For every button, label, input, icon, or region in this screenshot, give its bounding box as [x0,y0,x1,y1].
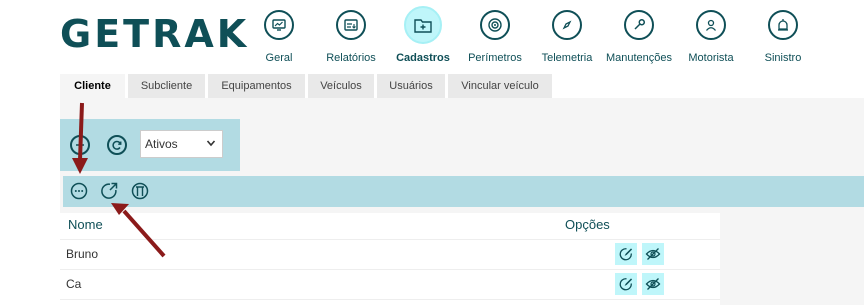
status-select[interactable]: Ativos [140,130,223,158]
more-options-icon[interactable] [70,182,88,200]
hide-button[interactable] [642,243,664,265]
nav-telemetria-label: Telemetria [541,52,593,64]
tab-equipamentos[interactable]: Equipamentos [208,74,305,98]
report-icon [336,10,366,40]
table-toolbar [63,176,864,207]
nav-manutencoes-label: Manutenções [605,52,673,64]
tab-veiculos[interactable]: Veículos [308,74,374,98]
row-name: Ca [66,277,82,291]
chevron-down-icon [206,140,216,147]
target-icon [480,10,510,40]
export-icon[interactable] [100,182,118,200]
nav-relatorios[interactable]: Relatórios [311,8,391,66]
alarm-icon [768,10,798,40]
refresh-icon [112,140,122,150]
nav-cadastros[interactable]: Cadastros [383,6,463,66]
clients-table: Nome Opções Bruno Ca [60,213,720,306]
tab-vincular-veiculo[interactable]: Vincular veículo [448,74,552,98]
tab-subcliente[interactable]: Subcliente [128,74,205,98]
nav-motorista-label: Motorista [688,52,734,64]
edit-button[interactable] [615,273,637,295]
table-row [60,300,720,306]
edit-icon [619,248,633,261]
nav-perimetros-label: Perímetros [468,52,522,64]
driver-icon [696,10,726,40]
column-header-nome[interactable]: Nome [68,217,103,232]
top-navigation: Geral Relatórios Cadastros Perímetros Te… [239,6,823,66]
plus-icon [76,141,84,149]
getrak-logo: GETRAK [60,12,250,56]
nav-perimetros[interactable]: Perímetros [455,8,535,66]
filter-toolbar: Ativos [60,119,240,171]
table-header: Nome Opções [60,213,720,240]
column-header-opcoes: Opções [565,217,610,232]
table-row[interactable]: Bruno [60,240,720,270]
nav-sinistro-label: Sinistro [764,52,802,64]
eye-off-icon [645,278,661,290]
chart-icon [264,10,294,40]
nav-cadastros-label: Cadastros [396,52,450,64]
add-button[interactable] [70,135,90,155]
folder-add-icon [404,6,442,44]
table-row[interactable]: Ca [60,270,720,300]
hide-button[interactable] [642,273,664,295]
status-select-value: Ativos [145,137,178,151]
nav-manutencoes[interactable]: Manutenções [599,8,679,66]
nav-relatorios-label: Relatórios [326,52,376,64]
nav-motorista[interactable]: Motorista [671,8,751,66]
wrench-icon [624,10,654,40]
refresh-button[interactable] [107,135,127,155]
tab-usuarios[interactable]: Usuários [377,74,445,98]
nav-sinistro[interactable]: Sinistro [743,8,823,66]
edit-button[interactable] [615,243,637,265]
columns-icon[interactable] [131,182,149,200]
compass-icon [552,10,582,40]
nav-geral[interactable]: Geral [239,8,319,66]
tab-cliente[interactable]: Cliente [60,74,125,98]
row-name: Bruno [66,247,99,261]
eye-off-icon [645,248,661,260]
nav-geral-label: Geral [265,52,293,64]
edit-icon [619,278,633,291]
nav-telemetria[interactable]: Telemetria [527,8,607,66]
